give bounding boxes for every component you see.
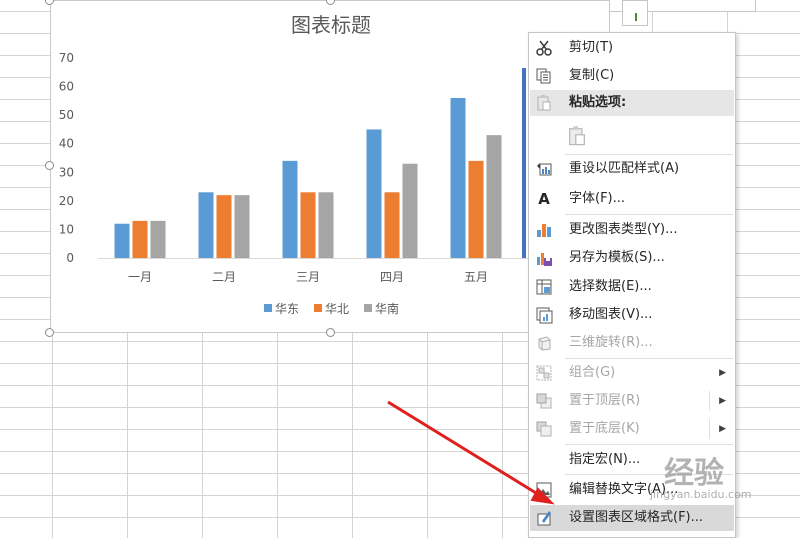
annotation-arrow bbox=[387, 400, 555, 505]
